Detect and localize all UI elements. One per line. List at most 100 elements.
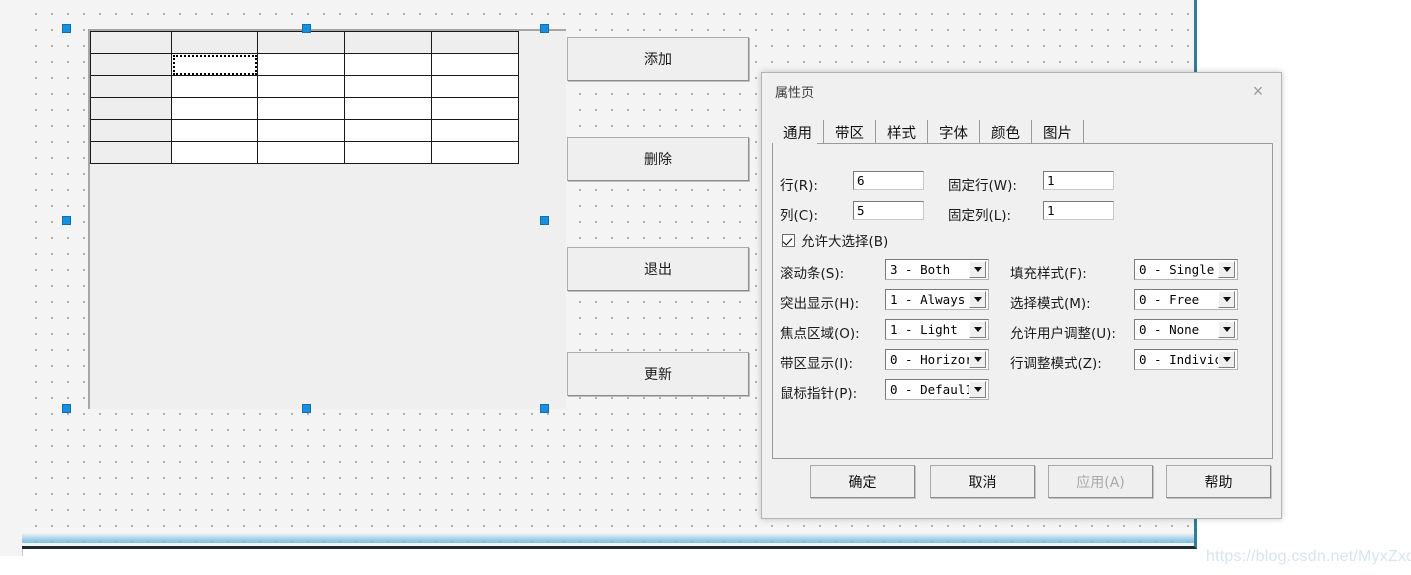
ok-button-label: 确定 (848, 474, 877, 491)
grid-cell[interactable] (90, 97, 172, 120)
tab-bands[interactable]: 带区 (823, 120, 875, 145)
grid-cell[interactable] (431, 97, 519, 120)
allow-big-selection-checkbox[interactable]: 允许大选择(B) (782, 230, 888, 250)
rows-input[interactable]: 6 (853, 171, 924, 190)
table-row[interactable] (90, 97, 519, 120)
grid-cell[interactable] (344, 141, 432, 164)
resize-handle-bottom-right[interactable] (540, 404, 549, 413)
add-button[interactable]: 添加 (567, 37, 749, 81)
checkbox-icon[interactable] (782, 233, 795, 247)
tabstrip[interactable]: 通用 带区 样式 字体 颜色 图片 (772, 117, 1273, 145)
grid-cell[interactable] (171, 31, 258, 54)
ok-button[interactable]: 确定 (810, 465, 915, 498)
chevron-down-icon[interactable] (969, 291, 986, 308)
grid-cell-focused[interactable] (171, 53, 258, 76)
grid-cell[interactable] (344, 53, 432, 76)
chevron-down-icon[interactable] (969, 381, 986, 398)
table-row[interactable] (90, 119, 519, 142)
grid-cell[interactable] (431, 53, 519, 76)
help-button[interactable]: 帮助 (1166, 465, 1271, 498)
grid-cell[interactable] (257, 97, 345, 120)
grid-cell[interactable] (344, 119, 432, 142)
close-icon[interactable]: × (1235, 73, 1281, 109)
chevron-down-icon[interactable] (969, 351, 986, 368)
grid-cell[interactable] (171, 97, 258, 120)
band-display-label: 带区显示(I): (780, 356, 854, 372)
row-sizing-mode-combo[interactable]: 0 - Indivic (1134, 349, 1238, 370)
chevron-down-icon[interactable] (1218, 291, 1235, 308)
tab-color[interactable]: 颜色 (979, 120, 1031, 145)
active-tab-connector (773, 142, 817, 145)
scrollbars-combo[interactable]: 3 - Both (885, 259, 989, 280)
resize-handle-top-center[interactable] (302, 24, 311, 33)
cols-input[interactable]: 5 (853, 201, 924, 220)
tab-style[interactable]: 样式 (875, 120, 927, 145)
grid-cell[interactable] (90, 119, 172, 142)
chevron-down-icon[interactable] (1218, 261, 1235, 278)
resize-handle-bottom-left[interactable] (62, 404, 71, 413)
dialog-titlebar[interactable]: 属性页 × (762, 73, 1281, 110)
update-button[interactable]: 更新 (567, 352, 749, 396)
allow-big-selection-label: 允许大选择(B) (801, 234, 889, 250)
grid-cell[interactable] (90, 141, 172, 164)
chevron-down-icon[interactable] (1218, 351, 1235, 368)
focus-rect-combo[interactable]: 1 - Light (885, 319, 989, 340)
grid-cell[interactable] (344, 31, 432, 54)
exit-button[interactable]: 退出 (567, 247, 749, 291)
select-mode-combo-value: 0 - Free (1139, 292, 1200, 307)
grid-cell[interactable] (344, 97, 432, 120)
grid-cell[interactable] (257, 31, 345, 54)
add-button-label: 添加 (644, 52, 672, 68)
table-row[interactable] (90, 31, 519, 54)
ide-left-strip (0, 0, 23, 556)
chevron-down-icon[interactable] (969, 321, 986, 338)
resize-handle-bottom-center[interactable] (302, 404, 311, 413)
watermark: https://blog.csdn.net/MyxZxd (1206, 548, 1411, 565)
grid-cell[interactable] (171, 141, 258, 164)
fixed-cols-input[interactable]: 1 (1043, 201, 1114, 220)
grid-cell[interactable] (171, 75, 258, 98)
grid-cell[interactable] (431, 75, 519, 98)
grid-cell[interactable] (431, 119, 519, 142)
allow-user-resizing-combo[interactable]: 0 - None (1134, 319, 1238, 340)
grid-cell[interactable] (257, 53, 345, 76)
property-page-dialog[interactable]: 属性页 × 通用 带区 样式 字体 颜色 图片 行(R): 6 固定行(W): … (761, 72, 1282, 519)
delete-button[interactable]: 删除 (567, 137, 749, 181)
flexgrid-table[interactable] (90, 31, 519, 164)
fill-style-combo-value: 0 - Single (1139, 262, 1215, 277)
grid-cell[interactable] (344, 75, 432, 98)
grid-cell[interactable] (257, 141, 345, 164)
grid-cell[interactable] (257, 119, 345, 142)
band-display-combo[interactable]: 0 - Horizor (885, 349, 989, 370)
table-row[interactable] (90, 141, 519, 164)
chevron-down-icon[interactable] (969, 261, 986, 278)
chevron-down-icon[interactable] (1218, 321, 1235, 338)
table-row[interactable] (90, 75, 519, 98)
resize-handle-top-right[interactable] (540, 24, 549, 33)
select-mode-label: 选择模式(M): (1010, 296, 1091, 312)
cancel-button[interactable]: 取消 (930, 465, 1035, 498)
grid-cell[interactable] (257, 75, 345, 98)
fixed-rows-input[interactable]: 1 (1043, 171, 1114, 190)
highlight-combo[interactable]: 1 - Always (885, 289, 989, 310)
grid-cell[interactable] (431, 31, 519, 54)
screenshot-root: 添加 删除 退出 更新 属性页 × 通用 带区 样式 字体 颜色 图片 行(R)… (0, 0, 1411, 575)
tab-picture[interactable]: 图片 (1031, 120, 1083, 145)
grid-cell[interactable] (90, 53, 172, 76)
help-button-label: 帮助 (1204, 474, 1233, 491)
grid-cell[interactable] (171, 119, 258, 142)
tab-font[interactable]: 字体 (927, 120, 979, 145)
select-mode-combo[interactable]: 0 - Free (1134, 289, 1238, 310)
cols-label: 列(C): (780, 208, 819, 224)
grid-cell[interactable] (431, 141, 519, 164)
fill-style-combo[interactable]: 0 - Single (1134, 259, 1238, 280)
resize-handle-middle-right[interactable] (540, 216, 549, 225)
resize-handle-middle-left[interactable] (62, 216, 71, 225)
table-row[interactable] (90, 53, 519, 76)
mouse-pointer-combo[interactable]: 0 - Defaul1 (885, 379, 989, 400)
grid-cell[interactable] (90, 75, 172, 98)
highlight-combo-value: 1 - Always (890, 292, 966, 307)
resize-handle-top-left[interactable] (62, 24, 71, 33)
grid-cell[interactable] (90, 31, 172, 54)
flexgrid-control[interactable] (88, 29, 566, 409)
